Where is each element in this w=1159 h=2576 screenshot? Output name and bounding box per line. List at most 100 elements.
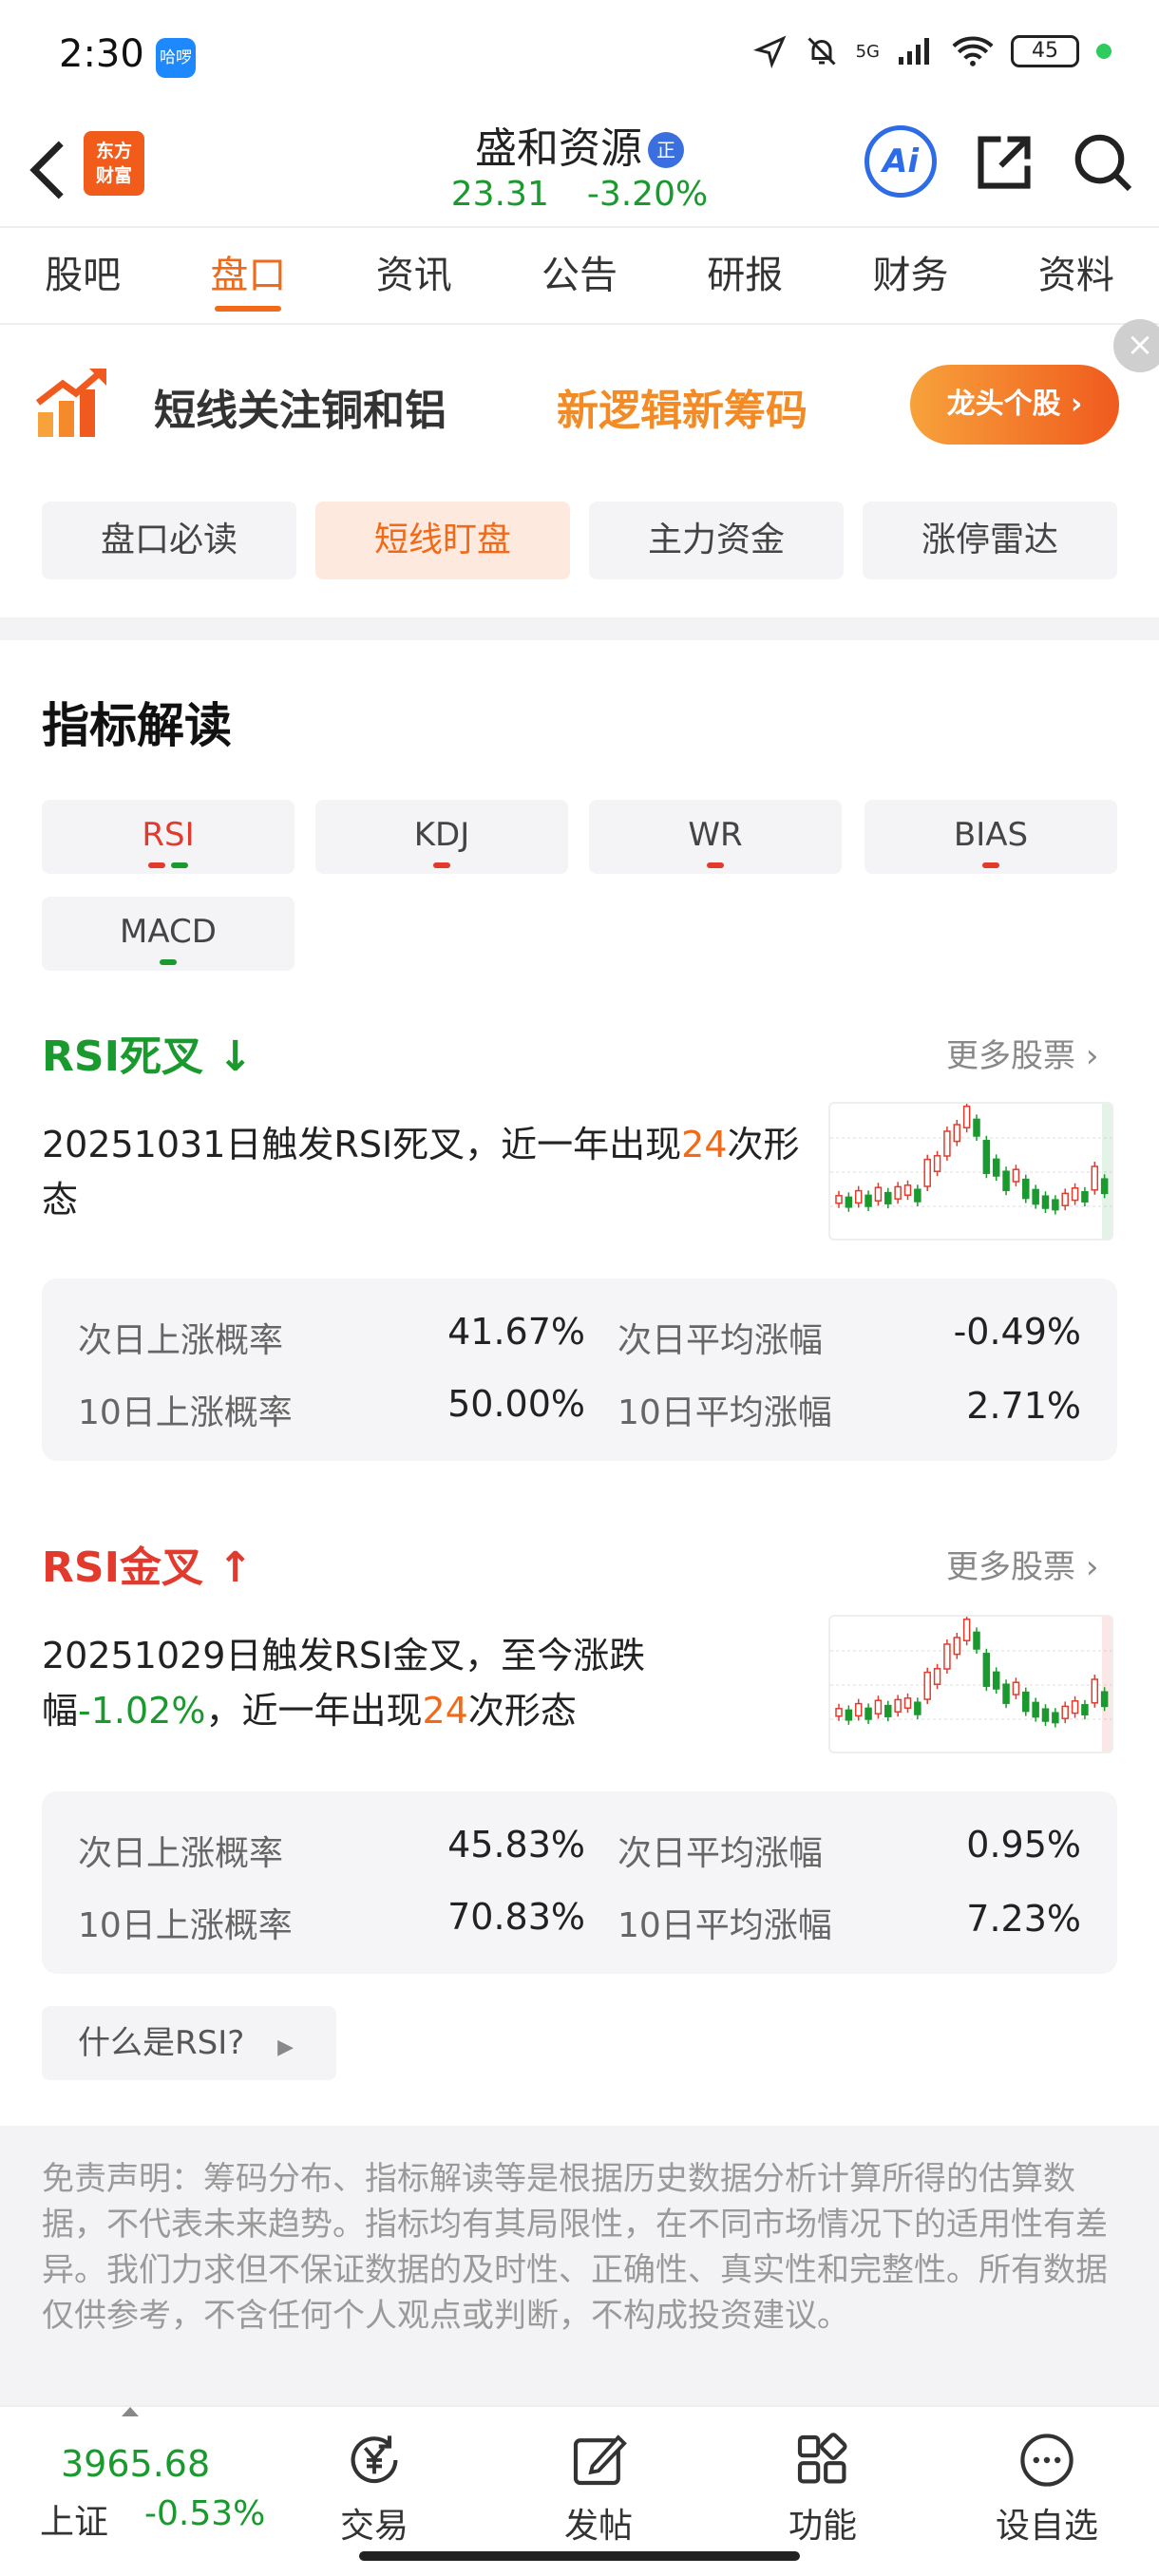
kline-candle <box>1091 1165 1099 1191</box>
tab-profile[interactable]: 资料 <box>1031 226 1122 325</box>
kline-candle <box>982 1653 991 1687</box>
kline-candle <box>1100 1691 1109 1708</box>
banner-close-icon[interactable]: × <box>1113 319 1159 372</box>
kline-candle <box>845 1709 853 1721</box>
nav-post[interactable]: 发帖 <box>532 2430 665 2548</box>
kline-candle <box>962 1619 971 1641</box>
stock-name: 盛和资源 <box>475 124 642 173</box>
grid-apps-icon <box>797 2433 847 2484</box>
stat-label: 次日平均涨幅 <box>618 1834 824 1873</box>
app-notification-icon: 哈啰 <box>156 38 196 78</box>
search-icon[interactable] <box>1070 129 1136 196</box>
more-stocks-link[interactable]: 更多股票 › <box>946 1030 1098 1076</box>
desc-pct: -1.02% <box>78 1690 206 1732</box>
indicator-wr-label: WR <box>688 816 743 854</box>
indicator-macd-label: MACD <box>120 913 217 951</box>
section-title: 指标解读 <box>42 698 232 753</box>
stock-change: -3.20% <box>586 175 709 214</box>
promo-banner[interactable]: 短线关注铜和铝 新逻辑新筹码 龙头个股 › <box>0 327 1159 479</box>
status-icons: 5G 45 <box>752 34 1112 68</box>
index-change[interactable]: -0.53% <box>144 2494 265 2533</box>
kline-candle <box>854 1189 863 1204</box>
nav-add-watchlist-label: 设自选 <box>995 2507 1098 2546</box>
mute-bell-icon <box>808 37 836 66</box>
kline-candle <box>923 1671 931 1700</box>
more-stocks-link[interactable]: 更多股票 › <box>946 1541 1098 1587</box>
signal-title-golden-cross: RSI金叉 ↑ <box>42 1533 253 1594</box>
app-logo[interactable]: 东方 财富 <box>84 131 144 196</box>
index-value[interactable]: 3965.68 <box>61 2443 210 2485</box>
kline-candle <box>992 1158 1000 1177</box>
tab-finance[interactable]: 财务 <box>865 226 957 325</box>
kline-candle <box>923 1158 931 1187</box>
stat-label: 10日上涨概率 <box>78 1393 293 1432</box>
subtab-short-term[interactable]: 短线盯盘 <box>315 502 570 579</box>
share-icon[interactable] <box>971 129 1037 196</box>
kline-candle <box>962 1106 971 1128</box>
subtab-limit-up-radar[interactable]: 涨停雷达 <box>863 502 1117 579</box>
section-divider <box>0 617 1159 640</box>
kline-candle <box>1012 1168 1020 1183</box>
indicator-rsi-label: RSI <box>142 816 195 854</box>
mini-kline-chart[interactable] <box>828 1615 1113 1753</box>
indicator-wr[interactable]: WR <box>589 800 842 874</box>
kline-graphic <box>830 1104 1112 1239</box>
stat-value: 2.71% <box>966 1385 1081 1427</box>
signal-icon <box>899 38 929 65</box>
kline-candle <box>874 1699 883 1714</box>
tab-announcement[interactable]: 公告 <box>534 226 625 325</box>
kline-candle <box>973 1631 980 1650</box>
kline-candle <box>903 1184 912 1196</box>
banner-cta-button[interactable]: 龙头个股 › <box>910 365 1119 445</box>
ai-button[interactable]: Ai <box>864 125 937 198</box>
indicator-bias-label: BIAS <box>953 816 1029 854</box>
arrow-down-icon: ↓ <box>218 1032 254 1081</box>
back-arrow-icon[interactable] <box>23 137 76 203</box>
desc-text: 20251031日触发RSI死叉，近一年出现 <box>42 1124 682 1165</box>
indicator-kdj[interactable]: KDJ <box>315 800 568 874</box>
expand-caret-icon[interactable] <box>122 2407 139 2416</box>
indicator-macd[interactable]: MACD <box>42 897 294 971</box>
stat-value: 50.00% <box>447 1383 585 1425</box>
mini-kline-chart[interactable] <box>828 1102 1113 1241</box>
kline-candle <box>1032 1701 1039 1718</box>
nav-add-watchlist[interactable]: 设自选 <box>980 2430 1113 2548</box>
logo-line2: 财富 <box>95 165 132 186</box>
indicator-kdj-label: KDJ <box>413 816 470 854</box>
sub-tabs: 盘口必读 短线盯盘 主力资金 涨停雷达 <box>42 502 1117 579</box>
indicator-bias[interactable]: BIAS <box>864 800 1117 874</box>
yen-cycle-icon <box>351 2435 398 2484</box>
kline-candle <box>992 1671 1000 1690</box>
network-label: 5G <box>855 41 880 62</box>
chart-growth-icon <box>35 368 106 437</box>
kline-candle <box>894 1698 902 1713</box>
subtab-must-read[interactable]: 盘口必读 <box>42 502 296 579</box>
nav-post-label: 发帖 <box>563 2507 633 2546</box>
home-indicator[interactable] <box>359 2551 800 2561</box>
tab-news[interactable]: 资讯 <box>369 226 460 325</box>
indicator-rsi[interactable]: RSI <box>42 800 294 874</box>
tab-pankou[interactable]: 盘口 <box>202 226 294 325</box>
signal-title-text: RSI死叉 <box>42 1032 203 1081</box>
tab-research[interactable]: 研报 <box>699 226 790 325</box>
kline-candle <box>884 1191 892 1204</box>
kline-candle <box>914 1701 922 1715</box>
battery-icon: 45 <box>1011 35 1079 67</box>
subtab-main-funds[interactable]: 主力资金 <box>589 502 844 579</box>
tab-guba[interactable]: 股吧 <box>37 226 128 325</box>
kline-candle <box>1091 1678 1099 1704</box>
kline-candle <box>1081 1191 1089 1203</box>
kline-candle <box>943 1643 951 1670</box>
badge-icon: 正 <box>648 132 684 168</box>
kline-candle <box>835 1195 843 1204</box>
what-is-rsi-button[interactable]: 什么是RSI? ▶ <box>42 2006 336 2080</box>
kline-candle <box>953 1124 961 1143</box>
signal-title-text: RSI金叉 <box>42 1544 203 1592</box>
kline-candle <box>1071 1700 1079 1714</box>
index-name[interactable]: 上证 <box>40 2494 108 2544</box>
kline-candle <box>1002 1683 1010 1704</box>
nav-functions[interactable]: 功能 <box>756 2430 889 2548</box>
kline-candle <box>874 1186 883 1202</box>
nav-trade[interactable]: 交易 <box>308 2430 441 2548</box>
kline-candle <box>894 1185 902 1200</box>
